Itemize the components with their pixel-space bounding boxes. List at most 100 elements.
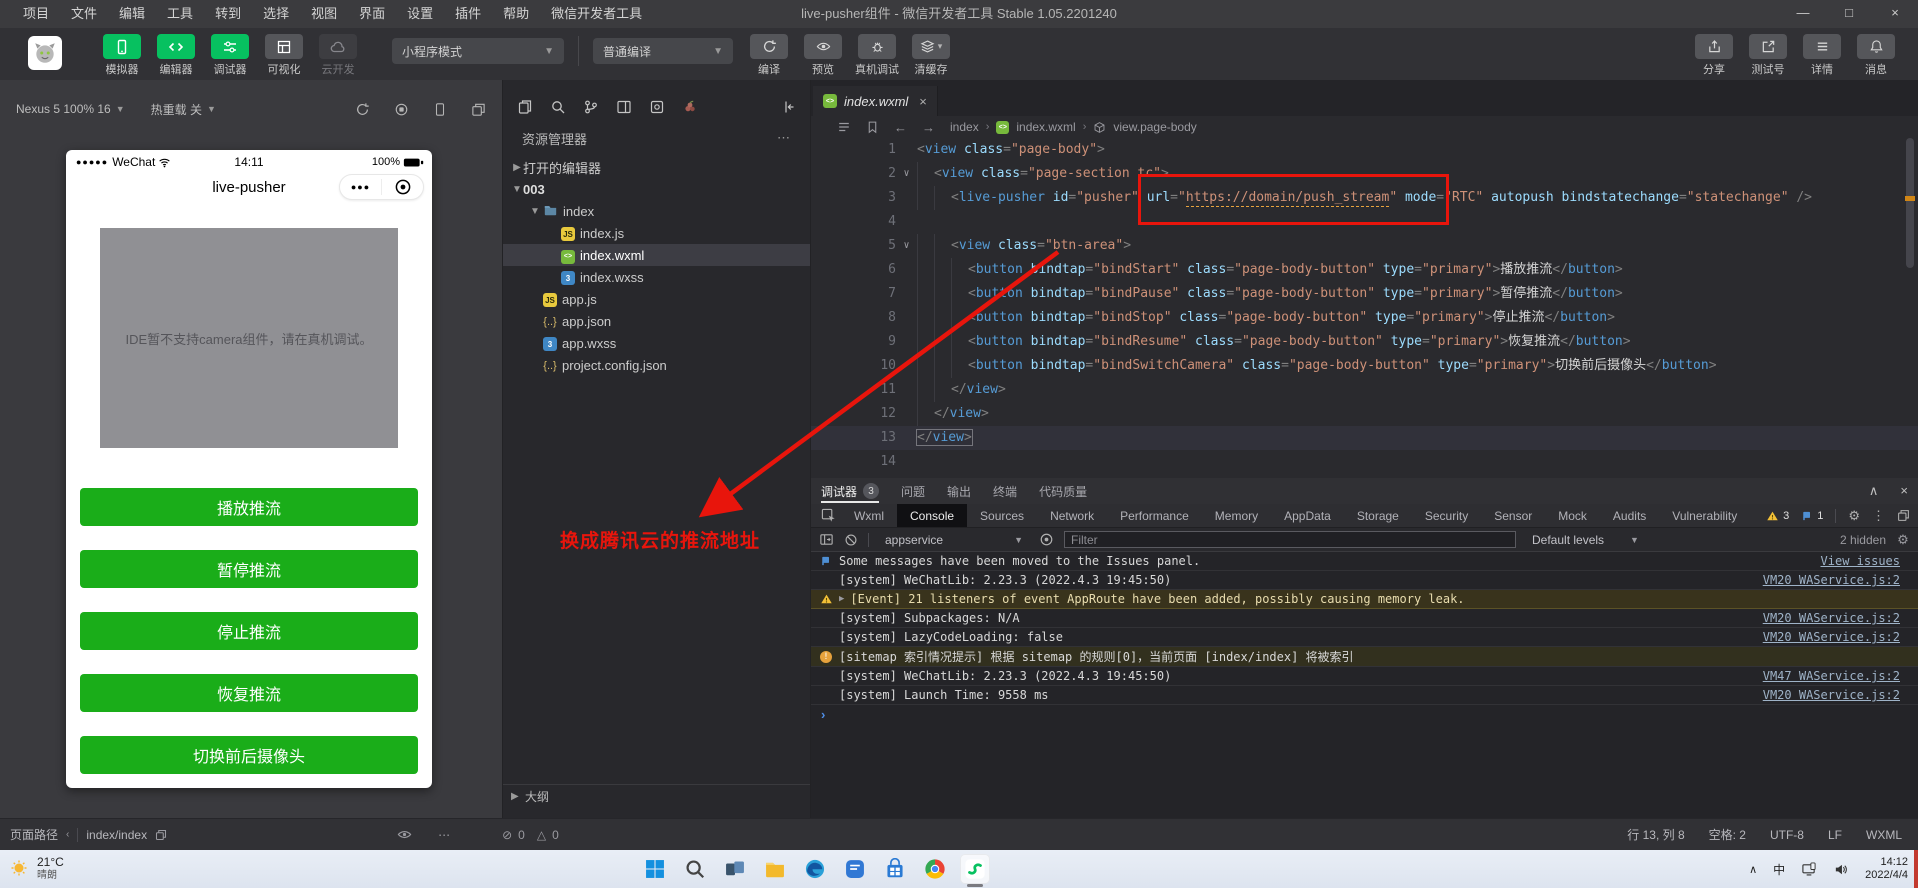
tree-item-003[interactable]: ▼ 003	[503, 178, 810, 200]
back-icon[interactable]: ←	[894, 120, 907, 135]
source-link[interactable]: VM20 WAService.js:2	[1743, 611, 1900, 625]
code-line-9[interactable]: 9 <button bindtap="bindResume" class="pag…	[811, 330, 1918, 354]
taskbar-app-file-explorer[interactable]	[760, 854, 790, 884]
user-avatar[interactable]	[28, 36, 62, 70]
code-line-5[interactable]: 5 ∨ <view class="btn-area">	[811, 234, 1918, 258]
devtools-tab-Storage[interactable]: Storage	[1344, 504, 1412, 527]
menu-item-6[interactable]: 视图	[300, 0, 348, 28]
hot-reload-select[interactable]: 热重载 关 ▼	[151, 101, 216, 118]
devtools-tab-Mock[interactable]: Mock	[1545, 504, 1600, 527]
more-actions-icon[interactable]: ⋯	[777, 130, 791, 146]
console-prompt[interactable]: ›	[811, 705, 1918, 724]
collapse-sidebar-icon[interactable]	[780, 99, 796, 115]
capsule-menu-button[interactable]: ●●●	[340, 182, 381, 192]
maximize-button[interactable]: □	[1826, 0, 1872, 28]
code-line-1[interactable]: 1 <view class="page-body">	[811, 138, 1918, 162]
push-stream-button-3[interactable]: 恢复推流	[80, 674, 418, 712]
mode-select[interactable]: 小程序模式 ▼	[392, 38, 564, 64]
tree-item-index.wxss[interactable]: 3 index.wxss	[503, 266, 810, 288]
code-line-7[interactable]: 7 <button bindtap="bindPause" class="page…	[811, 282, 1918, 306]
toolbar-button-编辑器[interactable]: 编辑器	[150, 31, 202, 77]
log-levels-select[interactable]: Default levels ▼	[1526, 531, 1645, 549]
menu-item-4[interactable]: 转到	[204, 0, 252, 28]
record-icon[interactable]	[394, 102, 409, 117]
status-item-0[interactable]: 行 13, 列 8	[1627, 826, 1684, 843]
debugger-tab-代码质量[interactable]: 代码质量	[1039, 478, 1087, 504]
filter-input[interactable]	[1064, 531, 1516, 548]
close-tab-icon[interactable]: ×	[919, 94, 927, 109]
issue-count-badge[interactable]: 1	[1801, 510, 1823, 522]
devtools-tab-Sensor[interactable]: Sensor	[1481, 504, 1545, 527]
sidebar-toggle-icon[interactable]	[819, 532, 834, 547]
debugger-tab-终端[interactable]: 终端	[993, 478, 1017, 504]
push-stream-button-1[interactable]: 暂停推流	[80, 550, 418, 588]
code-line-14[interactable]: 14	[811, 450, 1918, 474]
toolbar-button-可视化[interactable]: 可视化	[258, 31, 310, 77]
source-link[interactable]: VM20 WAService.js:2	[1743, 573, 1900, 587]
compile-select[interactable]: 普通编译 ▼	[593, 38, 733, 64]
taskbar-app-start[interactable]	[640, 854, 670, 884]
menu-item-5[interactable]: 选择	[252, 0, 300, 28]
ime-indicator[interactable]: 中	[1773, 861, 1785, 878]
toolbar-action-真机调试[interactable]: 真机调试	[851, 31, 903, 77]
toolbar-action-预览[interactable]: 预览	[797, 31, 849, 77]
devtools-tab-AppData[interactable]: AppData	[1271, 504, 1344, 527]
debugger-tab-问题[interactable]: 问题	[901, 478, 925, 504]
code-line-2[interactable]: 2 ∨ <view class="page-section tc">	[811, 162, 1918, 186]
close-button[interactable]: ×	[1872, 0, 1918, 28]
more-icon[interactable]: ⋯	[438, 828, 450, 842]
code-editor[interactable]: 1 <view class="page-body"> 2 ∨ <view class="…	[811, 138, 1918, 478]
source-link[interactable]: VM47 WAService.js:2	[1743, 669, 1900, 683]
search-icon[interactable]	[550, 99, 566, 115]
breadcrumb-item-0[interactable]: index	[950, 120, 979, 134]
code-line-12[interactable]: 12 </view>	[811, 402, 1918, 426]
outline-icon[interactable]	[837, 120, 851, 134]
fold-icon[interactable]: ∨	[896, 162, 917, 186]
code-line-3[interactable]: 3 <live-pusher id="pusher" url="https://d…	[811, 186, 1918, 210]
status-item-3[interactable]: LF	[1828, 828, 1842, 842]
speaker-icon[interactable]	[1833, 862, 1849, 877]
devtools-tab-Audits[interactable]: Audits	[1600, 504, 1659, 527]
devtools-tab-Sources[interactable]: Sources	[967, 504, 1037, 527]
taskbar-app-edge[interactable]	[800, 854, 830, 884]
menu-item-0[interactable]: 项目	[12, 0, 60, 28]
taskbar-app-wechat-devtools[interactable]	[960, 854, 990, 887]
problems-counter[interactable]: ⊘ 0 △ 0	[502, 828, 559, 842]
toolbar-right-详情[interactable]: 详情	[1796, 31, 1848, 77]
tree-item-app.json[interactable]: {..} app.json	[503, 310, 810, 332]
menu-item-7[interactable]: 界面	[348, 0, 396, 28]
tree-item-index.js[interactable]: JS index.js	[503, 222, 810, 244]
source-link[interactable]: VM20 WAService.js:2	[1743, 630, 1900, 644]
overview-ruler[interactable]	[1904, 138, 1916, 478]
devtools-tab-Performance[interactable]: Performance	[1107, 504, 1202, 527]
source-link[interactable]: VM20 WAService.js:2	[1743, 688, 1900, 702]
push-stream-button-2[interactable]: 停止推流	[80, 612, 418, 650]
taskbar-app-chrome[interactable]	[920, 854, 950, 884]
clock[interactable]: 14:12 2022/4/4	[1865, 856, 1908, 882]
status-item-2[interactable]: UTF-8	[1770, 828, 1804, 842]
gear-icon[interactable]: ⚙	[1896, 532, 1910, 547]
code-line-13[interactable]: 13 </view>	[811, 426, 1918, 450]
minimize-button[interactable]: —	[1780, 0, 1826, 28]
warning-count-badge[interactable]: 3	[1766, 510, 1789, 522]
code-line-10[interactable]: 10 <button bindtap="bindSwitchCamera" cla…	[811, 354, 1918, 378]
taskbar-app-store[interactable]	[880, 854, 910, 884]
source-control-icon[interactable]	[583, 99, 599, 115]
devtools-tab-Console[interactable]: Console	[897, 504, 968, 527]
code-line-6[interactable]: 6 <button bindtap="bindStart" class="page…	[811, 258, 1918, 282]
menu-item-10[interactable]: 帮助	[492, 0, 540, 28]
breadcrumb-item-1[interactable]: index.wxml	[1016, 120, 1075, 134]
files-icon[interactable]	[517, 99, 533, 115]
forward-icon[interactable]: →	[922, 120, 935, 135]
inspect-element-icon[interactable]	[815, 508, 841, 523]
kebab-menu-icon[interactable]: ⋮	[1872, 508, 1885, 524]
toolbar-button-调试器[interactable]: 调试器	[204, 31, 256, 77]
toolbar-right-分享[interactable]: 分享	[1688, 31, 1740, 77]
gear-icon[interactable]: ⚙	[1848, 508, 1860, 524]
undock-icon[interactable]	[1897, 509, 1910, 522]
menu-item-8[interactable]: 设置	[396, 0, 444, 28]
push-stream-button-0[interactable]: 播放推流	[80, 488, 418, 526]
menu-item-11[interactable]: 微信开发者工具	[540, 0, 653, 28]
status-item-1[interactable]: 空格: 2	[1709, 826, 1746, 843]
status-item-4[interactable]: WXML	[1866, 828, 1902, 842]
